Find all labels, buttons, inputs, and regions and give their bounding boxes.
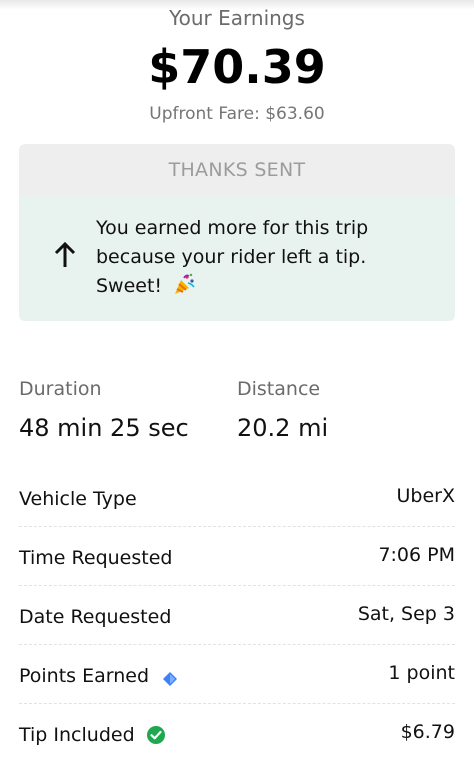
detail-row-vehicle-type: Vehicle Type UberX <box>19 468 455 527</box>
party-popper-icon <box>172 272 196 296</box>
thanks-sent-button[interactable]: THANKS SENT <box>19 144 455 196</box>
points-earned-label: Points Earned <box>19 665 150 687</box>
points-earned-value: 1 point <box>388 662 455 684</box>
vehicle-type-value: UberX <box>396 485 455 507</box>
date-requested-label: Date Requested <box>19 606 172 628</box>
time-requested-value: 7:06 PM <box>378 544 455 566</box>
duration-stat: Duration 48 min 25 sec <box>19 378 189 442</box>
earnings-amount: $70.39 <box>148 40 326 94</box>
tip-banner: You earned more for this trip because yo… <box>19 196 455 321</box>
earnings-label: Your Earnings <box>169 6 305 30</box>
tip-message-text: You earned more for this trip because yo… <box>96 217 369 297</box>
detail-row-points-earned[interactable]: Points Earned 1 point <box>19 645 455 704</box>
duration-label: Duration <box>19 378 102 400</box>
duration-value: 48 min 25 sec <box>19 414 189 442</box>
detail-row-date-requested: Date Requested Sat, Sep 3 <box>19 586 455 645</box>
date-requested-value: Sat, Sep 3 <box>357 603 455 625</box>
detail-row-tip-included: Tip Included $6.79 <box>19 704 455 762</box>
tip-included-label: Tip Included <box>19 724 135 746</box>
distance-stat: Distance 20.2 mi <box>237 378 328 442</box>
diamond-icon[interactable] <box>163 669 178 686</box>
tip-message: You earned more for this trip because yo… <box>96 214 426 301</box>
vehicle-type-label: Vehicle Type <box>19 488 137 510</box>
detail-row-time-requested: Time Requested 7:06 PM <box>19 527 455 586</box>
check-circle-icon <box>146 726 165 744</box>
tip-included-value: $6.79 <box>400 721 455 743</box>
arrow-up-icon <box>53 241 77 269</box>
distance-label: Distance <box>237 378 321 400</box>
distance-value: 20.2 mi <box>237 414 329 442</box>
upfront-fare: Upfront Fare: $63.60 <box>149 104 325 124</box>
time-requested-label: Time Requested <box>19 547 173 569</box>
